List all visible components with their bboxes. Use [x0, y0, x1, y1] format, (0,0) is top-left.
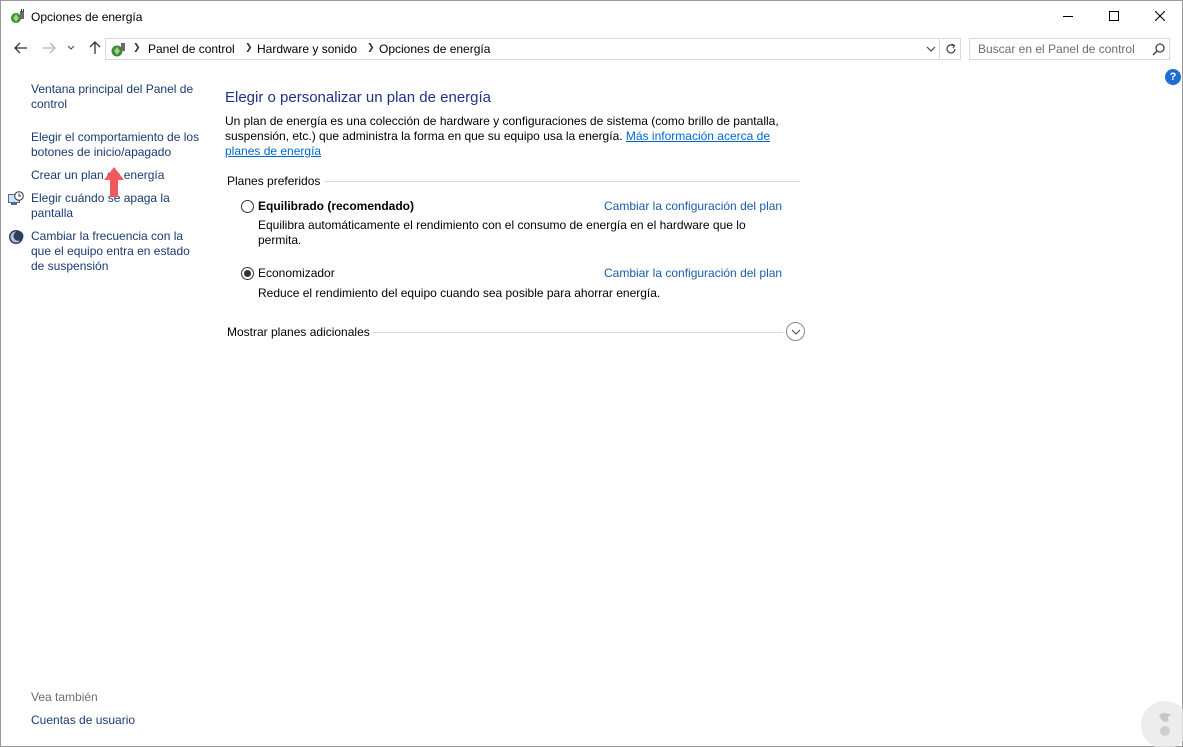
plan-description-power-saver: Reduce el rendimiento del equipo cuando …	[258, 286, 661, 300]
chevron-down-icon	[791, 329, 800, 335]
page-description: Un plan de energía es una colección de h…	[225, 114, 805, 159]
title-bar: Opciones de energía	[1, 1, 1182, 32]
refresh-icon	[945, 43, 956, 54]
search-input[interactable]: Buscar en el Panel de control	[969, 38, 1170, 60]
change-plan-settings-balanced-link[interactable]: Cambiar la configuración del plan	[604, 199, 782, 213]
see-also-user-accounts[interactable]: Cuentas de usuario	[31, 713, 135, 727]
breadcrumb-control-panel[interactable]: Panel de control	[148, 42, 235, 56]
breadcrumb-power-options[interactable]: Opciones de energía	[379, 42, 490, 56]
power-options-window: Opciones de energía ❯ Panel de control ❯…	[0, 0, 1183, 747]
change-plan-settings-power-saver-link[interactable]: Cambiar la configuración del plan	[604, 266, 782, 280]
breadcrumb-separator-icon: ❯	[245, 42, 253, 52]
navigation-bar: ❯ Panel de control ❯ Hardware y sonido ❯…	[1, 34, 1182, 64]
power-options-icon	[11, 9, 24, 23]
expand-plans-button[interactable]	[786, 322, 805, 341]
breadcrumb-separator-icon: ❯	[367, 42, 375, 52]
search-placeholder: Buscar en el Panel de control	[978, 42, 1135, 56]
close-button[interactable]	[1137, 1, 1183, 31]
search-icon[interactable]	[1152, 42, 1166, 56]
address-dropdown-button[interactable]	[924, 42, 938, 56]
forward-arrow-icon	[43, 42, 56, 54]
minimize-button[interactable]	[1045, 1, 1091, 31]
back-button[interactable]	[11, 38, 31, 58]
section-divider	[325, 181, 800, 182]
plan-name-balanced[interactable]: Equilibrado (recomendado)	[258, 199, 414, 213]
watermark-logo-icon	[1141, 701, 1183, 747]
window-title: Opciones de energía	[31, 10, 143, 24]
minimize-icon	[1063, 16, 1073, 17]
maximize-button[interactable]	[1091, 1, 1137, 31]
see-also-heading: Vea también	[31, 690, 98, 704]
address-bar[interactable]: ❯ Panel de control ❯ Hardware y sonido ❯…	[105, 38, 940, 60]
breadcrumb-separator-icon: ❯	[133, 42, 141, 52]
recent-locations-button[interactable]	[64, 38, 78, 58]
plan-radio-power-saver[interactable]	[241, 267, 254, 280]
help-icon[interactable]: ?	[1165, 69, 1181, 85]
display-clock-icon	[8, 191, 24, 205]
up-button[interactable]	[85, 38, 105, 58]
breadcrumb-hardware-sound[interactable]: Hardware y sonido	[257, 42, 357, 56]
preferred-plans-label: Planes preferidos	[227, 174, 321, 188]
plan-name-power-saver[interactable]: Economizador	[258, 266, 335, 280]
page-title: Elegir o personalizar un plan de energía	[225, 89, 492, 106]
plan-radio-balanced[interactable]	[241, 200, 254, 213]
close-icon	[1155, 11, 1165, 21]
control-panel-icon	[111, 43, 125, 57]
annotation-arrow-icon	[104, 167, 124, 197]
sidebar-item-sleep[interactable]: Cambiar la frecuencia con la que el equi…	[31, 229, 201, 274]
maximize-icon	[1109, 11, 1119, 21]
moon-sleep-icon	[9, 230, 24, 244]
back-arrow-icon	[14, 42, 27, 54]
sidebar-item-control-panel-home[interactable]: Ventana principal del Panel de control	[31, 82, 201, 112]
up-arrow-icon	[89, 41, 101, 54]
forward-button[interactable]	[39, 38, 59, 58]
section-divider	[373, 332, 783, 333]
chevron-down-icon	[926, 46, 936, 52]
plan-description-balanced: Equilibra automáticamente el rendimiento…	[258, 218, 746, 247]
chevron-down-icon	[67, 45, 75, 50]
show-additional-plans-label[interactable]: Mostrar planes adicionales	[227, 325, 370, 339]
sidebar-item-power-buttons[interactable]: Elegir el comportamiento de los botones …	[31, 130, 201, 160]
refresh-button[interactable]	[941, 38, 961, 60]
